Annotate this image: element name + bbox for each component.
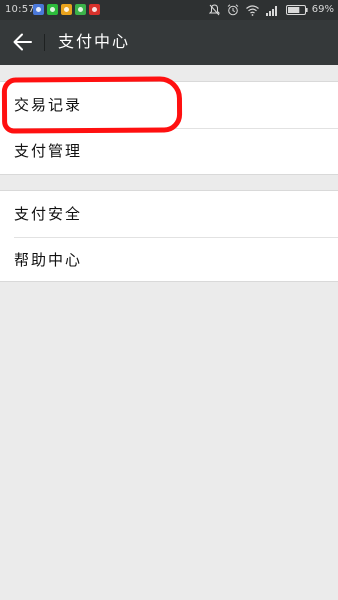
menu-item-payment-management[interactable]: 支付管理 xyxy=(0,128,338,174)
menu-item-label: 支付管理 xyxy=(14,142,83,160)
menu-item-label: 支付安全 xyxy=(14,205,83,223)
status-right: 69% xyxy=(202,3,334,17)
weibo-icon xyxy=(61,4,72,15)
app-bar-divider xyxy=(44,34,45,51)
row-divider xyxy=(14,128,338,129)
page-title: 支付中心 xyxy=(58,32,131,51)
status-bar: 10:57 69% xyxy=(0,0,338,20)
back-arrow-icon xyxy=(13,33,32,51)
alarm-clock-icon xyxy=(227,4,239,16)
app-notification-icon xyxy=(33,4,44,15)
app-bar: 支付中心 xyxy=(0,20,338,65)
wechat-icon xyxy=(47,4,58,15)
battery-icon xyxy=(285,5,308,15)
wechat-icon xyxy=(75,4,86,15)
battery-percent: 69% xyxy=(311,4,334,15)
menu-item-transaction-records[interactable]: 交易记录 xyxy=(0,82,338,128)
status-time: 10:57 xyxy=(5,4,35,15)
netease-music-icon xyxy=(89,4,100,15)
menu-item-payment-security[interactable]: 支付安全 xyxy=(0,191,338,237)
settings-section: 支付安全 帮助中心 xyxy=(0,190,338,282)
notification-icons xyxy=(33,4,103,15)
menu-item-help-center[interactable]: 帮助中心 xyxy=(0,237,338,283)
menu-item-label: 交易记录 xyxy=(14,96,83,114)
mute-bell-icon xyxy=(208,4,220,16)
wifi-icon xyxy=(245,4,259,16)
signal-icon xyxy=(265,5,277,16)
menu-item-label: 帮助中心 xyxy=(14,251,83,269)
settings-section: 交易记录 支付管理 xyxy=(0,81,338,175)
back-button[interactable] xyxy=(8,26,40,58)
row-divider xyxy=(14,237,338,238)
